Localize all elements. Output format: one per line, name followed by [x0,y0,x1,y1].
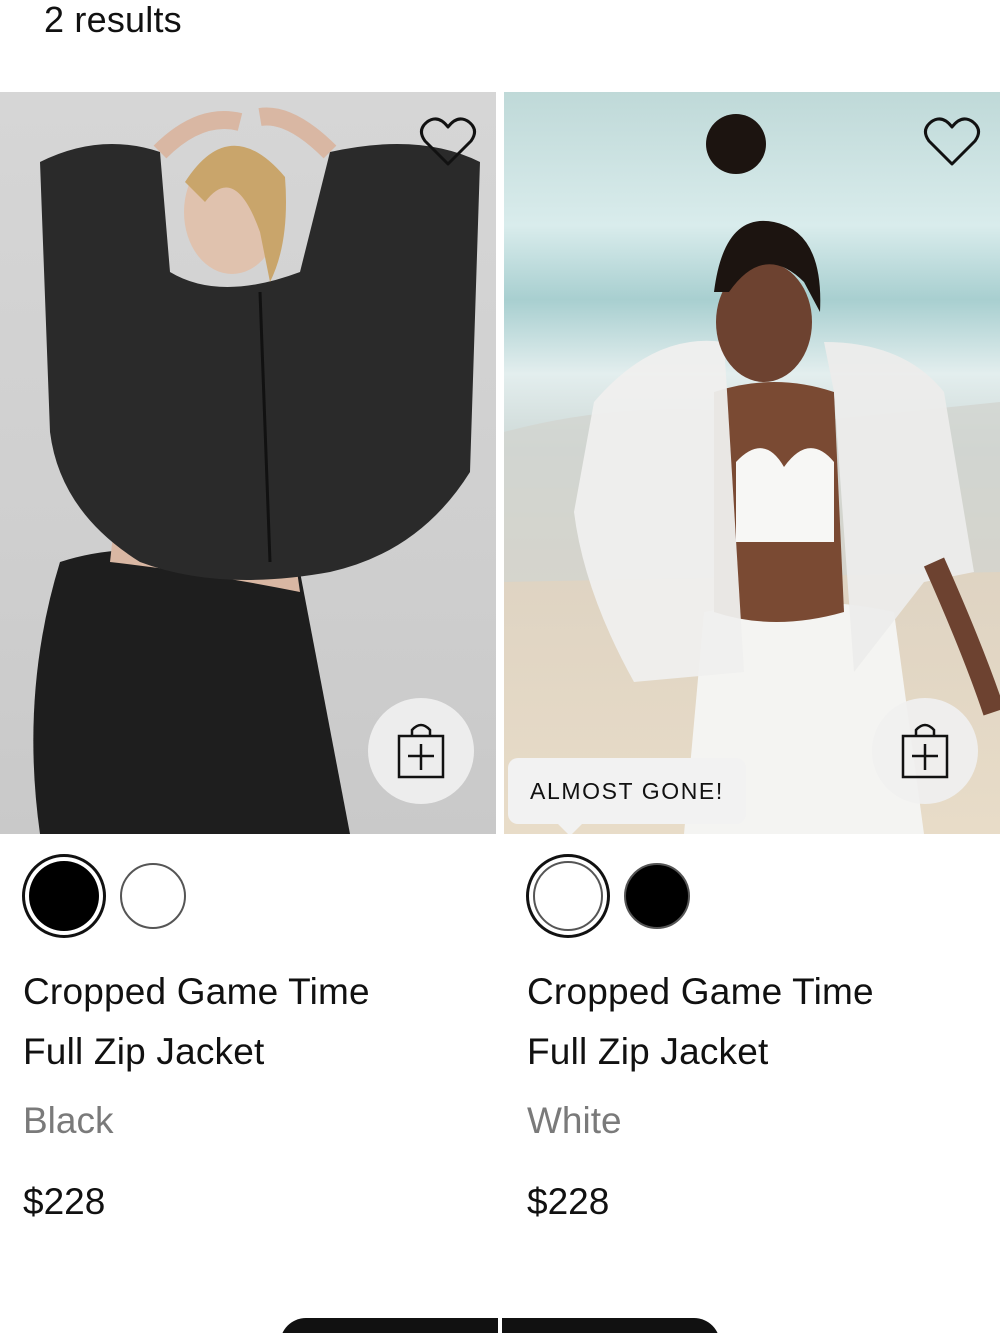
swatch-black-selected[interactable] [22,854,106,938]
swatch-white-selected[interactable] [526,854,610,938]
shopping-bag-plus-icon [901,723,949,779]
product-title[interactable]: Cropped Game Time Full Zip Jacket [527,962,987,1082]
product-card-white[interactable]: ALMOST GONE! Cropped Game Time Full Zip … [504,92,1000,1222]
product-title-line2: Full Zip Jacket [527,1031,769,1072]
add-to-bag-button[interactable] [872,698,978,804]
add-to-bag-button[interactable] [368,698,474,804]
product-image[interactable]: ALMOST GONE! [504,92,1000,834]
product-price: $228 [527,1181,610,1222]
heart-icon [420,117,476,166]
product-title-line1: Cropped Game Time [23,971,370,1012]
bottom-button-right[interactable] [502,1318,720,1333]
product-card-black[interactable]: Cropped Game Time Full Zip Jacket Black … [0,92,496,1222]
product-title[interactable]: Cropped Game Time Full Zip Jacket [23,962,483,1082]
results-count: 2 results [44,0,182,40]
almost-gone-badge: ALMOST GONE! [508,758,746,834]
bottom-action-bar [280,1318,720,1333]
product-color: Black [23,1100,114,1141]
color-swatches [22,854,186,938]
product-color: White [527,1100,622,1141]
product-title-line2: Full Zip Jacket [23,1031,265,1072]
swatch-black[interactable] [624,863,690,929]
wishlist-button[interactable] [416,112,480,172]
wishlist-button[interactable] [920,112,984,172]
heart-icon [924,117,980,166]
swatch-white[interactable] [120,863,186,929]
product-price: $228 [23,1181,106,1222]
color-swatches [526,854,690,938]
product-image[interactable] [0,92,496,834]
shopping-bag-plus-icon [397,723,445,779]
product-title-line1: Cropped Game Time [527,971,874,1012]
bottom-button-left[interactable] [280,1318,498,1333]
